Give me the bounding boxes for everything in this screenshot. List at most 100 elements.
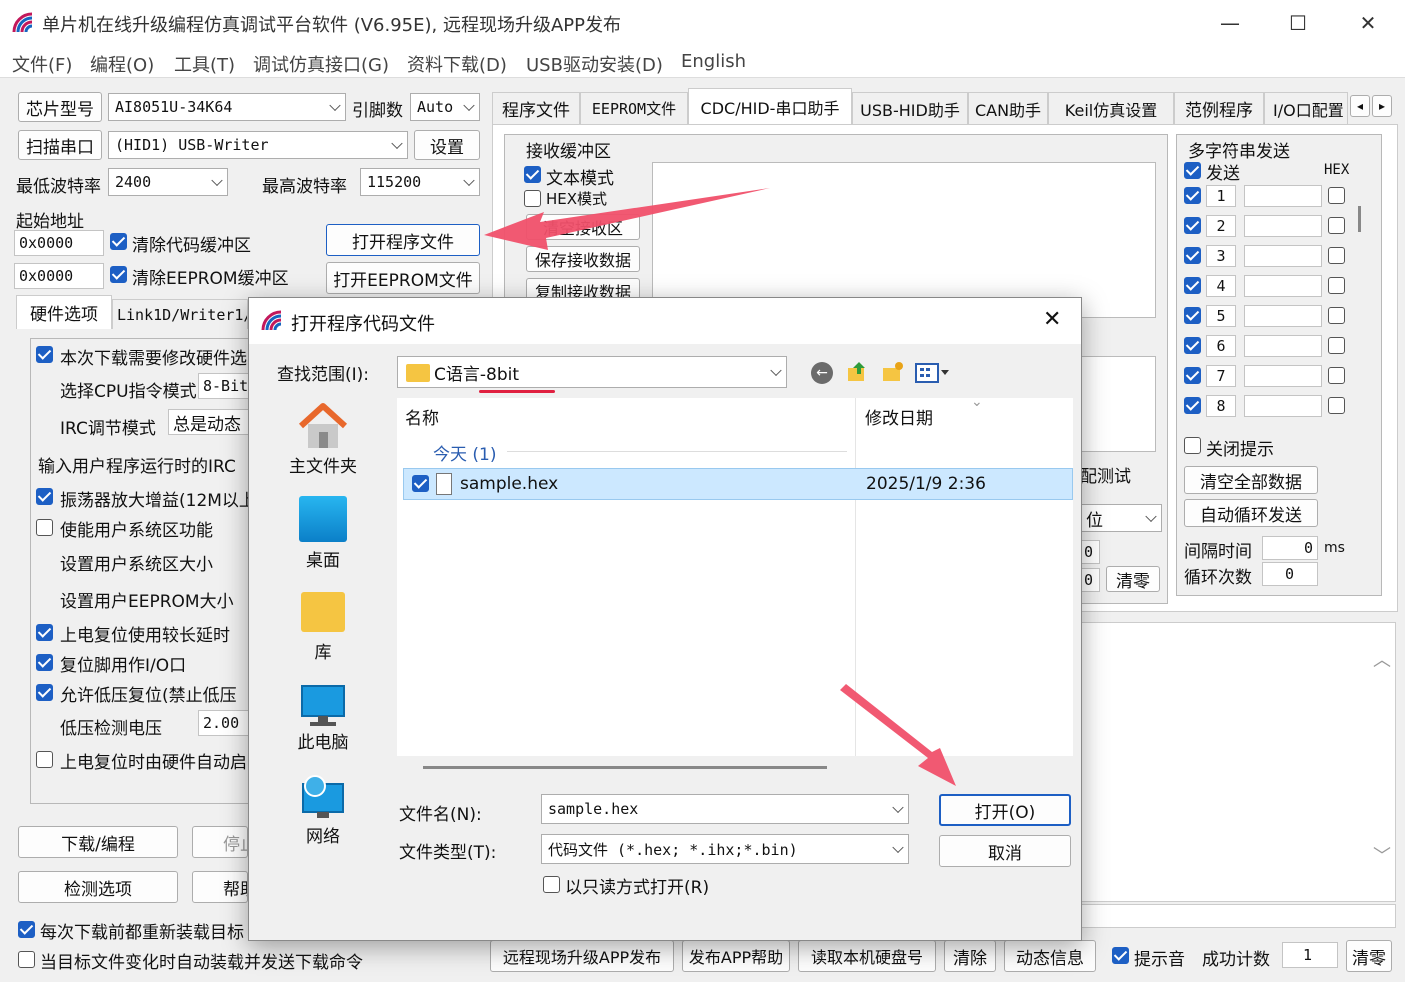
tab-usb-hid[interactable]: USB-HID助手 xyxy=(852,92,968,124)
user-sys-checkbox[interactable] xyxy=(36,519,53,536)
loop-count-input[interactable]: 0 xyxy=(1262,562,1318,586)
file-row-checkbox[interactable] xyxy=(412,475,429,492)
send-row-checkbox[interactable] xyxy=(1184,277,1201,294)
min-baud-select[interactable]: 2400 xyxy=(108,168,228,196)
menu-program[interactable]: 编程(O) xyxy=(90,51,154,77)
save-recv-button[interactable]: 保存接收数据 xyxy=(526,246,640,272)
send-row-hex-checkbox[interactable] xyxy=(1328,367,1345,384)
column-name[interactable]: 名称 xyxy=(405,404,439,429)
chip-model-select[interactable]: AI8051U-34K64 xyxy=(108,93,346,121)
auto-load-checkbox[interactable] xyxy=(18,951,35,968)
back-icon[interactable]: ← xyxy=(811,362,833,384)
eeprom-address-input[interactable]: 0x0000 xyxy=(14,263,104,289)
tab-hardware-options[interactable]: 硬件选项 xyxy=(16,295,112,329)
tab-link1d[interactable]: Link1D/Writer1/ xyxy=(112,299,248,329)
readonly-checkbox[interactable] xyxy=(543,876,560,893)
help-button[interactable]: 帮助 xyxy=(192,871,248,903)
send-row-input[interactable] xyxy=(1244,305,1322,327)
cancel-button[interactable]: 取消 xyxy=(939,835,1071,867)
chip-model-label[interactable]: 芯片型号 xyxy=(18,92,102,122)
send-row-input[interactable] xyxy=(1244,215,1322,237)
filetype-select[interactable]: 代码文件 (*.hex; *.ihx;*.bin) xyxy=(541,834,909,864)
modify-hw-checkbox[interactable] xyxy=(36,346,53,363)
irc-mode-select[interactable]: 总是动态 xyxy=(168,409,250,435)
menu-download[interactable]: 资料下载(D) xyxy=(407,51,507,77)
remote-app-button[interactable]: 远程现场升级APP发布 xyxy=(490,940,674,972)
start-address-input[interactable]: 0x0000 xyxy=(14,230,104,256)
filename-input[interactable]: sample.hex xyxy=(541,794,909,824)
place-home[interactable]: 主文件夹 xyxy=(271,402,375,477)
place-this-pc[interactable]: 此电脑 xyxy=(271,684,375,753)
send-row-checkbox[interactable] xyxy=(1184,217,1201,234)
send-row-checkbox[interactable] xyxy=(1184,307,1201,324)
tab-can[interactable]: CAN助手 xyxy=(968,92,1048,124)
interval-input[interactable]: 0 xyxy=(1262,536,1318,560)
tab-scroll-left-button[interactable]: ◂ xyxy=(1350,95,1370,117)
reload-checkbox[interactable] xyxy=(18,921,35,938)
menu-usb-driver[interactable]: USB驱动安装(D) xyxy=(526,51,663,77)
send-row-checkbox[interactable] xyxy=(1184,337,1201,354)
stop-button[interactable]: 停止 xyxy=(192,826,248,858)
tab-program-file[interactable]: 程序文件 xyxy=(492,92,580,124)
port-select[interactable]: (HID1) USB-Writer xyxy=(108,131,408,159)
send-row-input[interactable] xyxy=(1244,365,1322,387)
place-desktop[interactable]: 桌面 xyxy=(271,496,375,571)
pins-select[interactable]: Auto xyxy=(410,93,480,121)
beep-checkbox[interactable] xyxy=(1112,947,1129,964)
settings-button[interactable]: 设置 xyxy=(414,130,480,160)
reset-count-button[interactable]: 清零 xyxy=(1346,940,1392,972)
menu-english[interactable]: English xyxy=(681,51,746,72)
lvd-reset-checkbox[interactable] xyxy=(36,684,53,701)
osc-gain-checkbox[interactable] xyxy=(36,488,53,505)
minimize-button[interactable]: — xyxy=(1195,0,1265,46)
send-row-checkbox[interactable] xyxy=(1184,247,1201,264)
tab-serial-assistant[interactable]: CDC/HID-串口助手 xyxy=(688,88,852,124)
send-scrollbar[interactable] xyxy=(1358,206,1361,232)
app-help-button[interactable]: 发布APP帮助 xyxy=(682,940,790,972)
text-mode-checkbox[interactable] xyxy=(524,166,541,183)
long-delay-checkbox[interactable] xyxy=(36,624,53,641)
scroll-up-icon[interactable]: ︿ xyxy=(1372,646,1392,671)
recv-textarea[interactable] xyxy=(652,162,1156,318)
file-row[interactable]: sample.hex 2025/1/9 2:36 xyxy=(403,468,1073,500)
scan-port-button[interactable]: 扫描串口 xyxy=(18,130,102,160)
column-date[interactable]: 修改日期 xyxy=(865,404,933,429)
open-eeprom-file-button[interactable]: 打开EEPROM文件 xyxy=(326,262,480,294)
open-button[interactable]: 打开(O) xyxy=(939,794,1071,826)
tab-io-config[interactable]: I/O口配置 xyxy=(1264,92,1348,124)
send-row-hex-checkbox[interactable] xyxy=(1328,247,1345,264)
send-row-input[interactable] xyxy=(1244,185,1322,207)
clear-count-button[interactable]: 清零 xyxy=(1106,566,1160,592)
send-row-checkbox[interactable] xyxy=(1184,397,1201,414)
read-disk-button[interactable]: 读取本机硬盘号 xyxy=(798,940,936,972)
auto-start-checkbox[interactable] xyxy=(36,751,53,768)
send-row-input[interactable] xyxy=(1244,335,1322,357)
clear-eeprom-checkbox[interactable] xyxy=(110,266,127,283)
download-program-button[interactable]: 下载/编程 xyxy=(18,826,178,858)
tab-examples[interactable]: 范例程序 xyxy=(1174,92,1264,124)
look-in-select[interactable]: C语言-8bit xyxy=(397,356,787,388)
close-button[interactable]: ✕ xyxy=(1333,0,1403,46)
tab-eeprom-file[interactable]: EEPROM文件 xyxy=(580,92,688,124)
check-options-button[interactable]: 检测选项 xyxy=(18,871,178,903)
lvd-voltage-select[interactable]: 2.00 xyxy=(198,710,250,736)
clear-code-checkbox[interactable] xyxy=(110,233,127,250)
send-row-input[interactable] xyxy=(1244,275,1322,297)
new-folder-icon[interactable] xyxy=(881,360,905,384)
auto-loop-button[interactable]: 自动循环发送 xyxy=(1184,499,1318,527)
reset-io-checkbox[interactable] xyxy=(36,654,53,671)
send-row-input[interactable] xyxy=(1244,245,1322,267)
hex-mode-checkbox[interactable] xyxy=(524,190,541,207)
menu-file[interactable]: 文件(F) xyxy=(12,51,72,77)
tab-keil[interactable]: Keil仿真设置 xyxy=(1048,92,1174,124)
max-baud-select[interactable]: 115200 xyxy=(360,168,480,196)
send-row-input[interactable] xyxy=(1244,395,1322,417)
file-list[interactable]: 名称 修改日期 ⌄ 今天 (1) sample.hex 2025/1/9 2:3… xyxy=(397,394,1073,769)
tab-scroll-right-button[interactable]: ▸ xyxy=(1372,95,1392,117)
clear-all-button[interactable]: 清空全部数据 xyxy=(1184,466,1318,494)
maximize-button[interactable]: ☐ xyxy=(1263,0,1333,46)
up-folder-icon[interactable] xyxy=(845,360,869,384)
menu-debug[interactable]: 调试仿真接口(G) xyxy=(253,51,389,77)
send-all-checkbox[interactable] xyxy=(1184,162,1201,179)
send-row-checkbox[interactable] xyxy=(1184,187,1201,204)
